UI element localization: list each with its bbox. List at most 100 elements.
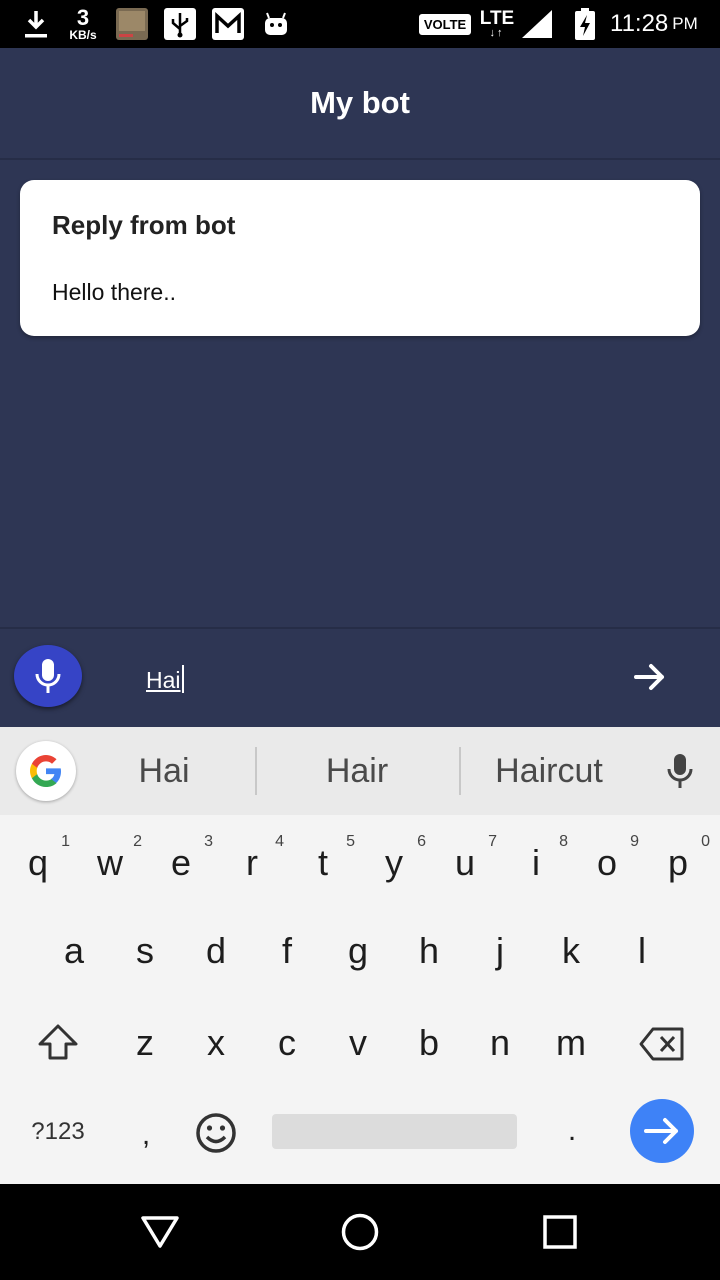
key-d[interactable]: d: [184, 911, 248, 991]
key-g[interactable]: g: [326, 911, 390, 991]
key-w[interactable]: w2: [78, 823, 142, 903]
key-hint: 9: [630, 833, 639, 850]
recents-square-icon: [543, 1215, 577, 1249]
clock-ampm: PM: [672, 14, 698, 33]
key-a[interactable]: a: [42, 911, 106, 991]
key-m[interactable]: m: [539, 1003, 603, 1083]
key-h[interactable]: h: [397, 911, 461, 991]
key-l[interactable]: l: [610, 911, 674, 991]
key-y[interactable]: y6: [362, 823, 426, 903]
key-c[interactable]: c: [255, 1003, 319, 1083]
key-label: r: [246, 842, 258, 883]
bot-reply-message: Hello there..: [52, 279, 177, 305]
home-circle-icon: [341, 1213, 379, 1251]
enter-button[interactable]: [630, 1099, 694, 1163]
suggestion-divider: [459, 747, 461, 795]
key-label: q: [27, 842, 49, 883]
key-label: i: [532, 842, 540, 883]
key-p[interactable]: p0: [646, 823, 710, 903]
usb-icon: [162, 0, 198, 48]
key-hint: 0: [701, 833, 710, 850]
key-label: w: [97, 842, 123, 883]
key-i[interactable]: i8: [504, 823, 568, 903]
status-bar: 3 KB/s VOLTE LTE ↓↑ 11:28 PM: [0, 0, 720, 48]
lte-label: LTE: [479, 8, 515, 29]
bot-reply-title: Reply from bot: [52, 210, 236, 240]
message-input[interactable]: Hai: [146, 665, 184, 694]
suggestion-bar: Hai Hair Haircut: [0, 727, 720, 815]
key-x[interactable]: x: [184, 1003, 248, 1083]
key-hint: 4: [275, 833, 284, 850]
volte-label: VOLTE: [418, 13, 472, 35]
soft-keyboard: Hai Hair Haircut q1 w2 e3 r4 t5 y6 u7 i8…: [0, 727, 720, 1184]
home-button[interactable]: [334, 1206, 386, 1258]
arrow-right-icon: [634, 664, 664, 690]
message-input-text: Hai: [146, 667, 181, 693]
key-label: p: [667, 842, 689, 883]
key-hint: 8: [559, 833, 568, 850]
emoji-key[interactable]: [190, 1107, 242, 1159]
signal-icon: [520, 0, 554, 48]
back-button[interactable]: [134, 1206, 186, 1258]
key-label: e: [170, 842, 192, 883]
bot-reply-card: Reply from bot Hello there..: [20, 180, 700, 336]
key-z[interactable]: z: [113, 1003, 177, 1083]
mic-button[interactable]: [14, 645, 82, 707]
android-icon: [258, 0, 294, 48]
key-r[interactable]: r4: [220, 823, 284, 903]
app-notification-icon: [114, 0, 150, 48]
key-q[interactable]: q1: [6, 823, 70, 903]
space-bar[interactable]: [272, 1114, 517, 1149]
suggestion-1[interactable]: Hai: [96, 749, 232, 793]
key-hint: 5: [346, 833, 355, 850]
lte-arrows: ↓↑: [489, 27, 505, 39]
backspace-icon: [639, 1027, 684, 1061]
key-f[interactable]: f: [255, 911, 319, 991]
chat-area: Reply from bot Hello there..: [0, 160, 720, 627]
key-j[interactable]: j: [468, 911, 532, 991]
back-triangle-icon: [141, 1216, 179, 1248]
network-speed-unit: KB/s: [69, 28, 97, 42]
clock: 11:28 PM: [610, 0, 710, 48]
key-label: t: [317, 842, 328, 883]
volte-badge: VOLTE: [418, 0, 472, 48]
period-key[interactable]: .: [540, 1091, 604, 1171]
key-s[interactable]: s: [113, 911, 177, 991]
comma-key[interactable]: ,: [114, 1095, 178, 1175]
key-u[interactable]: u7: [433, 823, 497, 903]
app-bar: My bot: [0, 48, 720, 160]
key-k[interactable]: k: [539, 911, 603, 991]
message-input-bar: Hai: [0, 627, 720, 727]
key-v[interactable]: v: [326, 1003, 390, 1083]
key-o[interactable]: o9: [575, 823, 639, 903]
gmail-icon: [210, 0, 246, 48]
key-label: o: [596, 842, 618, 883]
key-b[interactable]: b: [397, 1003, 461, 1083]
key-n[interactable]: n: [468, 1003, 532, 1083]
key-hint: 3: [204, 833, 213, 850]
voice-input-button[interactable]: [660, 751, 700, 791]
google-search-button[interactable]: [16, 741, 76, 801]
key-hint: 6: [417, 833, 426, 850]
key-hint: 7: [488, 833, 497, 850]
key-hint: 1: [61, 833, 70, 850]
google-icon: [30, 755, 61, 787]
key-e[interactable]: e3: [149, 823, 213, 903]
network-speed-value: 3: [76, 5, 90, 30]
arrow-right-icon: [644, 1118, 678, 1144]
smiley-icon: [196, 1113, 236, 1153]
key-hint: 2: [133, 833, 142, 850]
suggestion-2[interactable]: Hair: [274, 749, 440, 793]
text-caret: [181, 665, 184, 693]
shift-key[interactable]: [28, 1007, 88, 1077]
symbols-key[interactable]: ?123: [22, 1112, 94, 1152]
battery-charging-icon: [570, 0, 600, 48]
send-button[interactable]: [626, 657, 674, 697]
recents-button[interactable]: [534, 1206, 586, 1258]
download-icon: [20, 0, 52, 48]
clock-time: 11:28: [610, 10, 669, 37]
key-t[interactable]: t5: [291, 823, 355, 903]
suggestion-divider: [255, 747, 257, 795]
suggestion-3[interactable]: Haircut: [476, 749, 622, 793]
backspace-key[interactable]: [632, 1009, 692, 1079]
